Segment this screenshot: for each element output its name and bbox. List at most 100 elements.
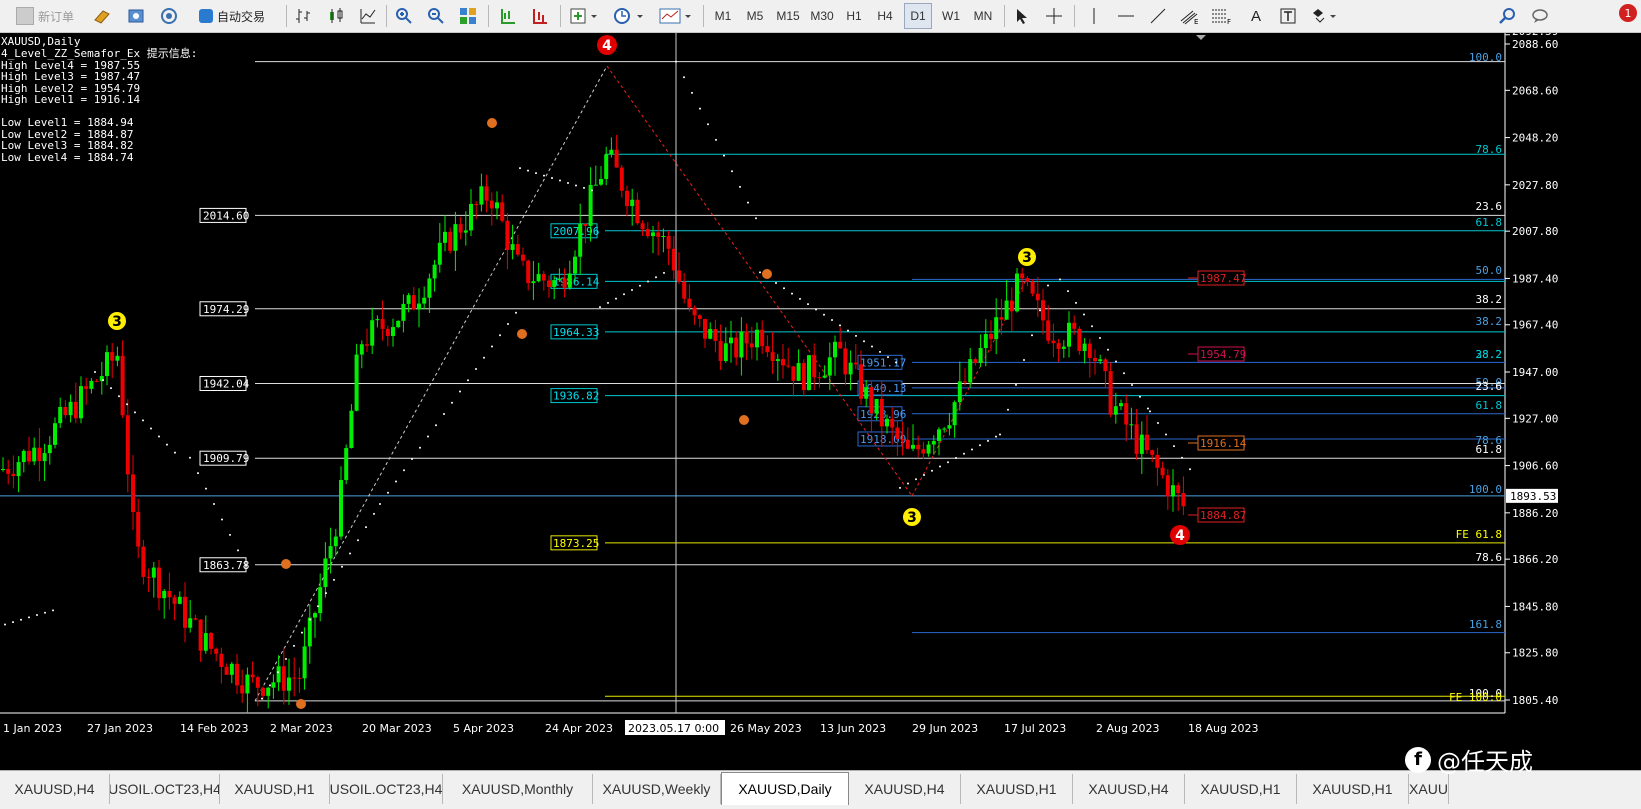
vertical-line-icon[interactable] <box>1082 3 1106 29</box>
chart-shift-icon[interactable] <box>496 3 520 29</box>
tf-m30[interactable]: M30 <box>806 3 838 29</box>
fib-percent-label: 38.2 <box>1476 315 1503 328</box>
sar-dot <box>723 154 725 157</box>
candle-body <box>515 244 520 255</box>
candle-body <box>37 447 42 462</box>
candle-body <box>869 387 874 414</box>
candle-body <box>79 386 83 419</box>
sar-dot <box>963 452 965 455</box>
zoom-in-icon[interactable] <box>392 3 416 29</box>
semafor-small-marker <box>281 559 291 569</box>
arrows-dropdown[interactable] <box>1308 3 1342 29</box>
candle-body <box>250 674 255 678</box>
candle-body <box>219 653 224 667</box>
chart-tab[interactable]: XAUUSD,H4 <box>849 774 961 804</box>
trendline-icon[interactable] <box>1146 3 1170 29</box>
date-axis-label: 2 Mar 2023 <box>270 722 333 735</box>
chart-tab[interactable]: USOIL.OCT23,H4 <box>110 774 220 804</box>
chart-tab[interactable]: XAUUSD,H1 <box>1297 774 1409 804</box>
crosshair-icon[interactable] <box>1042 3 1066 29</box>
price-chart[interactable]: 2092.592088.602068.602048.202027.802007.… <box>0 33 1641 770</box>
auto-scroll-icon[interactable] <box>528 3 552 29</box>
text-tool-icon[interactable]: A <box>1244 3 1268 29</box>
metaeditor-icon[interactable] <box>90 3 114 29</box>
periods-dropdown[interactable] <box>610 3 648 29</box>
candle-body <box>261 687 265 696</box>
new-order-button[interactable]: 新订单 <box>6 3 84 29</box>
line-chart-icon[interactable] <box>356 3 380 29</box>
navigator-icon[interactable] <box>124 3 148 29</box>
candle-body <box>791 366 796 381</box>
search-icon[interactable] <box>1496 3 1520 29</box>
sar-dot <box>551 177 553 180</box>
chart-tab[interactable]: XAUUSD,Weekly <box>593 774 721 804</box>
chart-tab[interactable]: XAUUSD,H1 <box>1185 774 1297 804</box>
fibonacci-icon[interactable]: F <box>1210 3 1234 29</box>
candle-body <box>385 328 390 337</box>
fib-percent-label: 23.6 <box>1476 380 1503 393</box>
sar-dot <box>971 448 973 451</box>
chart-tab[interactable]: XAUUSD,H1 <box>961 774 1073 804</box>
chart-tab[interactable]: XAUUSD,Daily <box>721 772 849 805</box>
bar-chart-icon[interactable] <box>292 3 316 29</box>
sar-dot <box>807 303 809 306</box>
tf-m15[interactable]: M15 <box>772 3 804 29</box>
auto-trading-button[interactable]: 自动交易 <box>188 3 276 29</box>
notification-badge[interactable]: 1 <box>1618 0 1638 26</box>
fib-percent-label: FE 100.0 <box>1449 691 1502 704</box>
candle-body <box>1139 434 1144 454</box>
tf-h1[interactable]: H1 <box>840 3 868 29</box>
candle-body <box>1015 273 1019 312</box>
candle-body <box>760 329 765 347</box>
zoom-out-icon[interactable] <box>424 3 448 29</box>
chat-icon[interactable] <box>1528 3 1552 29</box>
indicators-dropdown[interactable] <box>566 3 602 29</box>
candle-body <box>999 317 1004 320</box>
tf-d1[interactable]: D1 <box>904 3 932 29</box>
candle-body <box>536 274 541 282</box>
tile-windows-icon[interactable] <box>456 3 480 29</box>
cursor-icon[interactable] <box>1010 3 1034 29</box>
candle-body <box>68 401 73 416</box>
sar-dot <box>261 697 263 700</box>
price-axis-label: 2088.60 <box>1512 38 1558 51</box>
candle-body <box>625 190 629 207</box>
candle-body <box>58 406 63 424</box>
tf-mn[interactable]: MN <box>968 3 998 29</box>
chart-tab[interactable]: USOIL.OCT23,H4 <box>330 774 443 804</box>
candle-body <box>1061 346 1066 349</box>
candle-body <box>599 179 603 185</box>
candle-body <box>989 334 993 340</box>
chart-tab[interactable]: XAUUSD,H4 <box>0 774 110 804</box>
sar-dot <box>443 413 445 416</box>
chart-tab[interactable]: XAUUSD,Monthly <box>443 774 593 804</box>
tf-w1[interactable]: W1 <box>936 3 966 29</box>
candle-body <box>266 687 271 696</box>
horizontal-line-icon[interactable] <box>1114 3 1138 29</box>
tf-m1[interactable]: M1 <box>708 3 738 29</box>
text-label-icon[interactable] <box>1276 3 1300 29</box>
sar-dot <box>309 618 311 621</box>
price-axis-label: 1906.60 <box>1512 460 1558 473</box>
chart-tab[interactable]: XAUUSD,H4 <box>1073 774 1185 804</box>
candle-body <box>63 406 68 416</box>
signals-icon[interactable] <box>157 3 181 29</box>
price-axis-label: 2027.80 <box>1512 179 1558 192</box>
chart-tab[interactable]: XAUU <box>1409 774 1449 804</box>
sar-dot <box>759 271 761 274</box>
candle-body <box>151 567 156 578</box>
tf-h4[interactable]: H4 <box>870 3 900 29</box>
candlestick-icon[interactable] <box>324 3 348 29</box>
templates-dropdown[interactable] <box>656 3 696 29</box>
channel-icon[interactable]: E <box>1178 3 1202 29</box>
facebook-icon: f <box>1405 746 1431 773</box>
sar-dot <box>599 306 601 309</box>
candle-body <box>562 278 567 288</box>
candle-body <box>141 546 146 577</box>
sar-dot <box>293 644 295 647</box>
candle-body <box>879 398 884 427</box>
candle-body <box>463 230 468 233</box>
chart-tab[interactable]: XAUUSD,H1 <box>220 774 330 804</box>
tf-m5[interactable]: M5 <box>740 3 770 29</box>
candle-body <box>671 248 676 271</box>
